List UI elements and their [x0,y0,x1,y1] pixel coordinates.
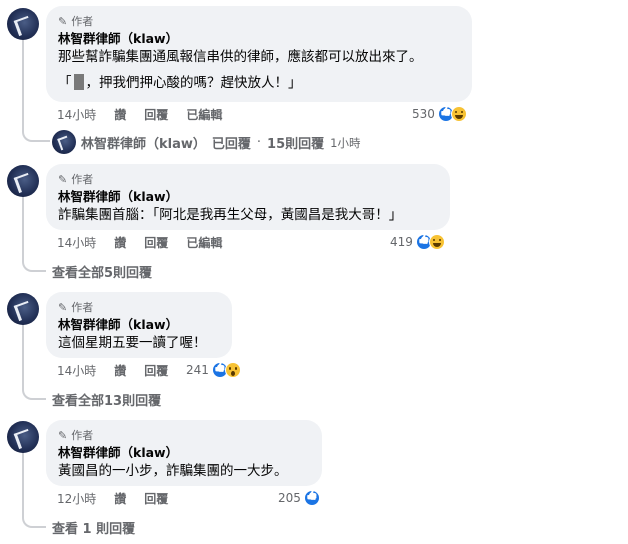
timestamp[interactable]: 12小時 [57,490,96,507]
view-replies-link[interactable]: 查看 1 則回覆 [52,518,135,537]
avatar[interactable] [7,421,39,453]
thread-line [22,452,24,510]
timestamp[interactable]: 14小時 [57,234,96,251]
thread-connector [22,510,46,528]
thread-connector [22,254,46,272]
like-icon [303,490,320,506]
pen-icon: ✎ [58,172,68,186]
author-tag: 作者 [71,15,94,28]
thread-line [22,196,24,254]
redacted-block [73,74,84,90]
view-replies-link[interactable]: 查看全部13則回覆 [52,390,161,409]
thread-connector [22,118,50,142]
comment-text: 那些幫詐騙集團通風報信串供的律師，應該都可以放出來了。 [58,49,423,65]
timestamp[interactable]: 14小時 [57,106,96,123]
view-replies-link[interactable]: 查看全部5則回覆 [52,262,152,281]
pen-icon: ✎ [58,14,68,28]
reply-button[interactable]: 回覆 [144,234,168,251]
author-tag: 作者 [71,429,94,442]
haha-icon [428,234,445,250]
commenter-name[interactable]: 林智群律師（klaw） [58,189,438,205]
timestamp[interactable]: 14小時 [57,362,96,379]
reaction-count: 419 [390,235,413,249]
reaction-count: 241 [186,363,209,377]
edited-label[interactable]: 已編輯 [186,234,222,251]
edited-label[interactable]: 已編輯 [186,106,222,123]
comment-text: 「，押我們押心酸的嗎？趕快放人！」 [58,74,302,91]
reaction-summary[interactable]: 205 [278,489,320,507]
reply-button[interactable]: 回覆 [144,490,168,507]
comment-text: 這個星期五要一讀了喔！ [58,335,207,351]
comment-text: 黃國昌的一小步，詐騙集團的一大步。 [58,463,288,479]
commenter-name[interactable]: 林智群律師（klaw） [58,31,460,47]
author-badge: ✎ 作者 [58,172,438,187]
reaction-count: 530 [412,107,435,121]
haha-icon [450,106,467,122]
author-badge: ✎ 作者 [58,300,220,315]
separator: · [256,135,262,150]
author-badge: ✎ 作者 [58,428,310,443]
like-button[interactable]: 讚 [114,106,126,123]
comment-bubble: ✎ 作者 林智群律師（klaw） 黃國昌的一小步，詐騙集團的一大步。 [46,420,322,486]
reply-button[interactable]: 回覆 [144,362,168,379]
commenter-name[interactable]: 林智群律師（klaw） [58,317,220,333]
author-badge: ✎ 作者 [58,14,460,29]
comment-bubble: ✎ 作者 林智群律師（klaw） 詐騙集團首腦：「阿北是我再生父母，黃國昌是我大… [46,164,450,230]
thread-connector [22,382,46,400]
like-button[interactable]: 讚 [114,490,126,507]
comment-actions: 14小時 讚 回覆 已編輯 [57,106,240,122]
comment-text: 詐騙集團首腦：「阿北是我再生父母，黃國昌是我大哥！」 [58,207,403,223]
reply-time: 1小時 [330,135,361,150]
pen-icon: ✎ [58,300,68,314]
avatar[interactable] [7,165,39,197]
reaction-summary[interactable]: 419 [390,233,445,251]
reaction-summary[interactable]: 241 [186,361,241,379]
commenter-name[interactable]: 林智群律師（klaw） [58,445,310,461]
reply-summary[interactable]: 林智群律師（klaw） 已回覆 · 15則回覆 1小時 [81,133,360,152]
thread-line [22,324,24,382]
avatar[interactable] [7,8,39,40]
comment-actions: 14小時 讚 回覆 已編輯 [57,234,240,250]
thread-line [22,40,24,130]
avatar[interactable] [7,293,39,325]
reaction-summary[interactable]: 530 [412,105,467,123]
reply-status: 已回覆 [211,137,251,152]
pen-icon: ✎ [58,428,68,442]
like-button[interactable]: 讚 [114,362,126,379]
comment-bubble: ✎ 作者 林智群律師（klaw） 那些幫詐騙集團通風報信串供的律師，應該都可以放… [46,6,472,102]
reply-button[interactable]: 回覆 [144,106,168,123]
reply-author: 林智群律師（klaw） [81,137,206,152]
author-tag: 作者 [71,301,94,314]
comment-actions: 14小時 讚 回覆 [57,362,186,378]
author-tag: 作者 [71,173,94,186]
avatar[interactable] [52,130,76,154]
wow-icon [224,362,241,378]
reaction-count: 205 [278,491,301,505]
reply-count: 15則回覆 [267,137,325,152]
like-button[interactable]: 讚 [114,234,126,251]
comment-bubble: ✎ 作者 林智群律師（klaw） 這個星期五要一讀了喔！ [46,292,232,358]
comment-actions: 12小時 讚 回覆 [57,490,186,506]
